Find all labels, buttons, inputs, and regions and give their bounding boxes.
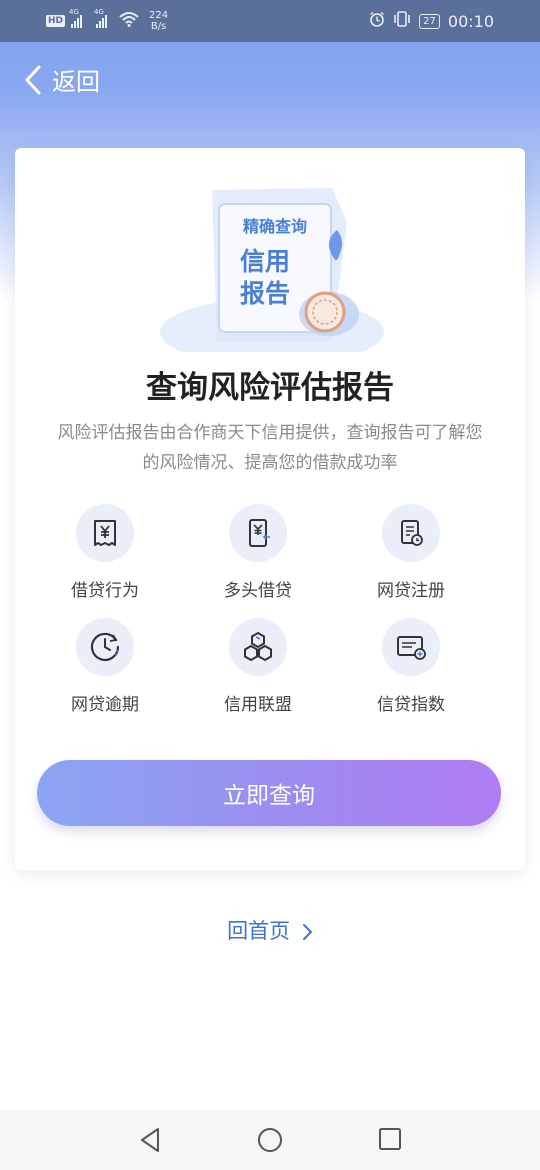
chevron-right-icon — [302, 924, 312, 940]
clock-icon — [76, 618, 134, 676]
clock-time: 00:10 — [447, 11, 494, 31]
hd-icon: HD — [46, 15, 66, 27]
signal-icon: 4G — [69, 8, 83, 28]
feature-label: 网贷注册 — [377, 581, 445, 601]
phone-yuan-icon — [229, 504, 287, 562]
feature-label: 信用联盟 — [224, 695, 292, 715]
signal-icon: 4G — [94, 8, 108, 28]
illustration-line-2: 报告 — [240, 279, 290, 308]
home-link-label: 回首页 — [227, 919, 291, 943]
back-button[interactable]: 返回 — [24, 62, 100, 97]
feature-label: 多头借贷 — [224, 581, 292, 601]
battery-icon: 27 — [419, 13, 440, 29]
feature-label: 网贷逾期 — [71, 695, 139, 715]
system-navigation-bar — [0, 1110, 540, 1170]
back-triangle-icon[interactable] — [138, 1127, 162, 1157]
query-now-button[interactable]: 立即查询 — [37, 760, 501, 826]
page-title: 查询风险评估报告 — [146, 370, 394, 406]
alarm-icon — [369, 11, 385, 31]
hexagon-cluster-icon — [229, 618, 287, 676]
credit-report-illustration: 精确查询 信用 报告 — [160, 188, 384, 352]
card-plus-icon — [382, 618, 440, 676]
feature-online-loan-registration: 网贷注册 — [351, 504, 471, 601]
feature-online-loan-overdue: 网贷逾期 — [45, 618, 165, 715]
recents-square-icon[interactable] — [378, 1127, 402, 1155]
home-circle-icon[interactable] — [257, 1127, 283, 1157]
back-label: 返回 — [52, 68, 100, 96]
report-description: 风险评估报告由合作商天下信用提供，查询报告可了解您的风险情况、提高您的借款成功率 — [57, 423, 483, 473]
receipt-yuan-icon — [76, 504, 134, 562]
document-clock-icon — [382, 504, 440, 562]
feature-credit-index: 信贷指数 — [351, 618, 471, 715]
chevron-left-icon — [25, 65, 41, 94]
report-card: 精确查询 信用 报告 查询风险评估报告 风险评估报告由合作商天下信用提供，查询报… — [15, 148, 525, 870]
wifi-icon — [119, 11, 139, 31]
feature-label: 信贷指数 — [377, 695, 445, 715]
vibrate-icon — [393, 11, 411, 31]
network-speed: 224 B/s — [149, 10, 169, 32]
illustration-line-1: 信用 — [240, 247, 290, 276]
feature-label: 借贷行为 — [71, 581, 139, 601]
feature-loan-behavior: 借贷行为 — [45, 504, 165, 601]
illustration-top-text: 精确查询 — [243, 217, 307, 236]
feature-multi-loan: 多头借贷 — [198, 504, 318, 601]
feature-credit-alliance: 信用联盟 — [198, 618, 318, 715]
status-bar: HD 4G 4G 224 B/s 27 00:10 — [0, 0, 540, 42]
back-to-home-link[interactable]: 回首页 — [0, 915, 540, 945]
